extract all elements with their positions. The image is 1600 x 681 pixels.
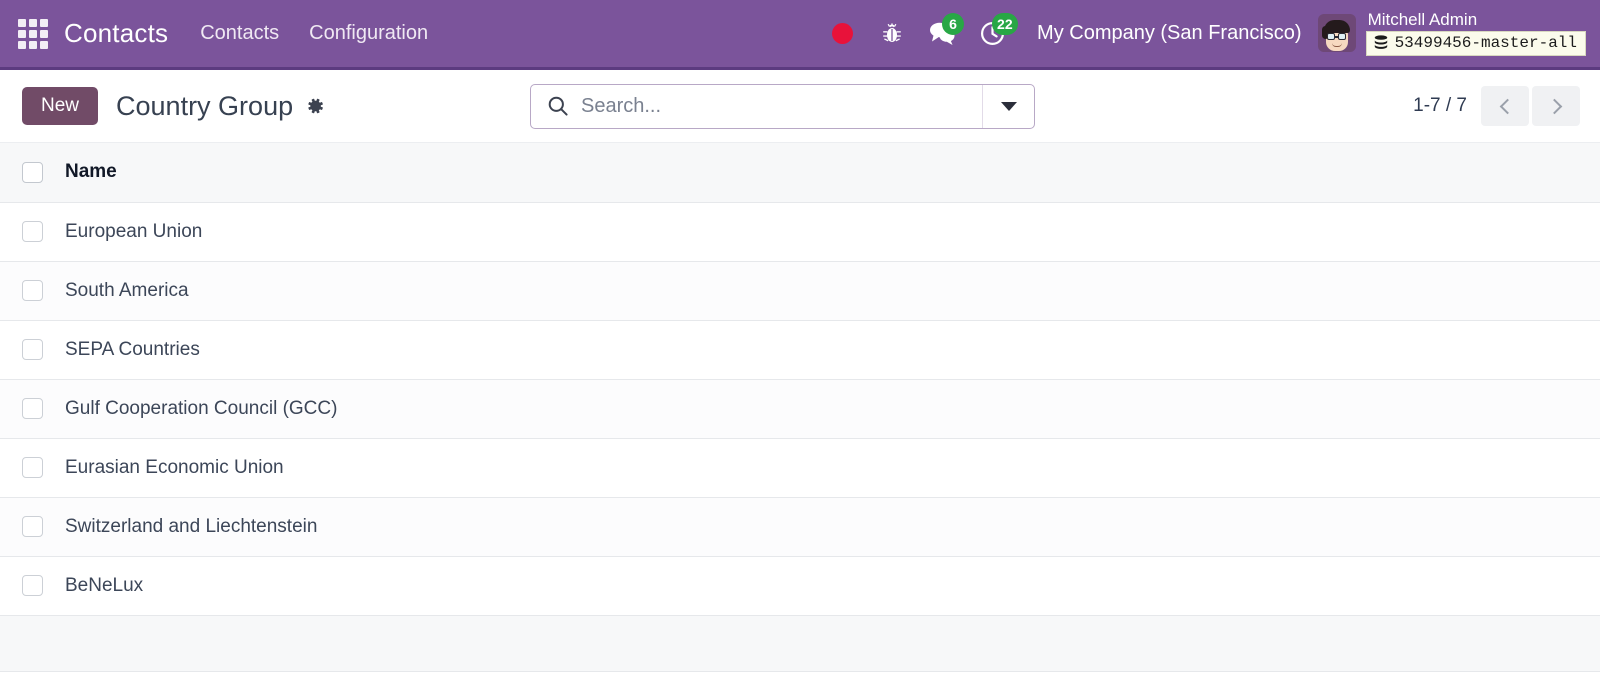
row-checkbox[interactable] xyxy=(22,221,43,242)
row-checkbox[interactable] xyxy=(22,516,43,537)
page-title: Country Group xyxy=(116,90,294,121)
chevron-left-icon xyxy=(1499,98,1515,114)
table-row[interactable]: BeNeLux xyxy=(0,556,1600,616)
search-bar xyxy=(530,83,1035,129)
navbar-left-group: Contacts Contacts Configuration xyxy=(18,18,458,49)
table-row[interactable]: South America xyxy=(0,261,1600,321)
bug-icon[interactable] xyxy=(875,16,909,50)
table-header: Name xyxy=(0,143,1600,203)
row-checkbox-cell xyxy=(0,379,63,439)
select-all-cell xyxy=(0,143,63,203)
search-dropdown-toggle[interactable] xyxy=(982,84,1034,128)
app-brand-contacts[interactable]: Contacts xyxy=(64,18,168,49)
apps-grid-icon[interactable] xyxy=(18,18,48,49)
row-checkbox[interactable] xyxy=(22,280,43,301)
chevron-down-icon xyxy=(1000,101,1017,111)
menu-item-configuration[interactable]: Configuration xyxy=(309,22,428,45)
control-panel: New Country Group 1-7 / 7 xyxy=(0,70,1600,143)
user-menu[interactable]: Mitchell Admin 53499456-master-all xyxy=(1365,9,1586,57)
chevron-right-icon xyxy=(1546,98,1562,114)
row-cell-name[interactable]: BeNeLux xyxy=(63,556,1600,616)
list-view: Name European Union South America SEPA Cou… xyxy=(0,143,1600,672)
new-button[interactable]: New xyxy=(22,87,99,125)
row-checkbox-cell xyxy=(0,261,63,321)
breadcrumb: Country Group xyxy=(116,91,324,122)
row-cell-name[interactable]: SEPA Countries xyxy=(63,320,1600,380)
table-footer xyxy=(0,615,1600,672)
row-cell-name[interactable]: Switzerland and Liechtenstein xyxy=(63,497,1600,557)
pager-next-button[interactable] xyxy=(1532,86,1580,126)
row-cell-name[interactable]: Gulf Cooperation Council (GCC) xyxy=(63,379,1600,439)
navbar-right-group: 6 22 My Company (San Francisco) Mitchell… xyxy=(832,9,1586,57)
column-header-name[interactable]: Name xyxy=(63,143,1600,203)
activities-badge: 22 xyxy=(992,13,1018,36)
row-checkbox[interactable] xyxy=(22,457,43,478)
messages-badge: 6 xyxy=(942,13,965,36)
row-checkbox-cell xyxy=(0,320,63,380)
row-checkbox-cell xyxy=(0,438,63,498)
table-row[interactable]: European Union xyxy=(0,202,1600,262)
activities-clock-icon[interactable]: 22 xyxy=(975,13,1018,50)
table-row[interactable]: SEPA Countries xyxy=(0,320,1600,380)
select-all-checkbox[interactable] xyxy=(22,161,43,183)
company-switcher[interactable]: My Company (San Francisco) xyxy=(1037,22,1302,45)
row-checkbox[interactable] xyxy=(22,339,43,360)
table-row[interactable]: Eurasian Economic Union xyxy=(0,438,1600,498)
messages-icon[interactable]: 6 xyxy=(925,13,965,50)
table-row[interactable]: Switzerland and Liechtenstein xyxy=(0,497,1600,557)
row-checkbox-cell xyxy=(0,556,63,616)
search-icon xyxy=(548,96,568,116)
row-checkbox-cell xyxy=(0,202,63,262)
row-checkbox-cell xyxy=(0,497,63,557)
gear-icon[interactable] xyxy=(304,96,324,116)
database-icon xyxy=(1374,35,1387,49)
row-cell-name[interactable]: South America xyxy=(63,261,1600,321)
country-group-table: Name European Union South America SEPA Cou… xyxy=(0,143,1600,616)
row-cell-name[interactable]: European Union xyxy=(63,202,1600,262)
top-navbar: Contacts Contacts Configuration 6 22 My … xyxy=(0,0,1600,70)
row-cell-name[interactable]: Eurasian Economic Union xyxy=(63,438,1600,498)
table-body: European Union South America SEPA Countrie… xyxy=(0,202,1600,616)
database-badge: 53499456-master-all xyxy=(1365,30,1586,57)
database-name: 53499456-master-all xyxy=(1394,33,1577,52)
pager-buttons xyxy=(1481,86,1580,126)
row-checkbox[interactable] xyxy=(22,398,43,419)
menu-item-contacts[interactable]: Contacts xyxy=(200,22,279,45)
row-checkbox[interactable] xyxy=(22,575,43,596)
user-name: Mitchell Admin xyxy=(1367,9,1478,29)
search-input[interactable] xyxy=(581,84,982,128)
avatar[interactable] xyxy=(1317,14,1356,53)
pager-range: 1-7 / 7 xyxy=(1413,95,1467,116)
record-dot-icon xyxy=(832,22,854,44)
table-row[interactable]: Gulf Cooperation Council (GCC) xyxy=(0,379,1600,439)
table-header-row: Name xyxy=(0,143,1600,203)
pager-previous-button[interactable] xyxy=(1481,86,1529,126)
pager: 1-7 / 7 xyxy=(1413,86,1580,126)
